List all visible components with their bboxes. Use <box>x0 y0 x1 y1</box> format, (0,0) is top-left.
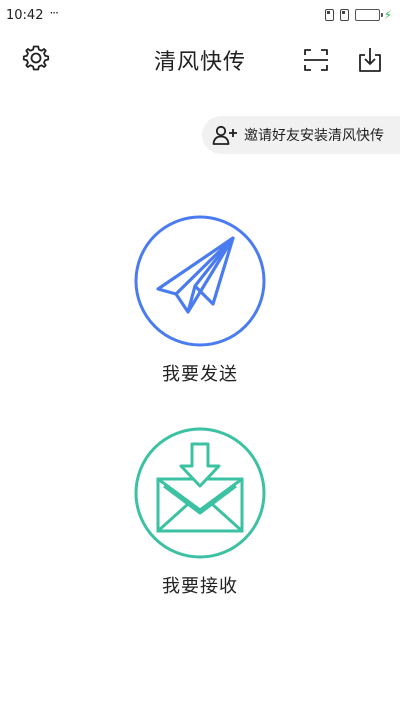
paper-plane-icon <box>134 215 266 347</box>
envelope-download-icon <box>134 427 266 559</box>
sim-icon <box>324 9 334 21</box>
receive-label: 我要接收 <box>162 576 238 597</box>
status-left: 10:42 ··· <box>6 6 59 23</box>
receive-action[interactable]: 我要接收 <box>0 426 400 598</box>
send-label: 我要发送 <box>162 364 238 385</box>
send-button[interactable] <box>133 214 267 348</box>
receive-button[interactable] <box>133 426 267 560</box>
scan-icon <box>304 49 328 71</box>
app-bar: 清风快传 <box>0 36 400 82</box>
add-user-icon <box>212 124 238 146</box>
status-time: 10:42 <box>6 7 44 23</box>
status-bar: 10:42 ··· ⚡ <box>0 0 400 30</box>
sim-icon <box>339 9 349 21</box>
scan-button[interactable] <box>300 44 332 76</box>
download-button[interactable] <box>354 44 386 76</box>
send-action[interactable]: 我要发送 <box>0 214 400 386</box>
status-dots: ··· <box>49 6 59 20</box>
page-title: 清风快传 <box>153 50 246 75</box>
download-icon <box>359 48 381 72</box>
battery-icon <box>354 9 383 21</box>
invite-friends-button[interactable]: 邀请好友安装清风快传 <box>202 116 400 154</box>
status-right: ⚡ <box>324 8 392 22</box>
charging-icon: ⚡ <box>383 8 392 22</box>
invite-label: 邀请好友安装清风快传 <box>244 128 384 144</box>
